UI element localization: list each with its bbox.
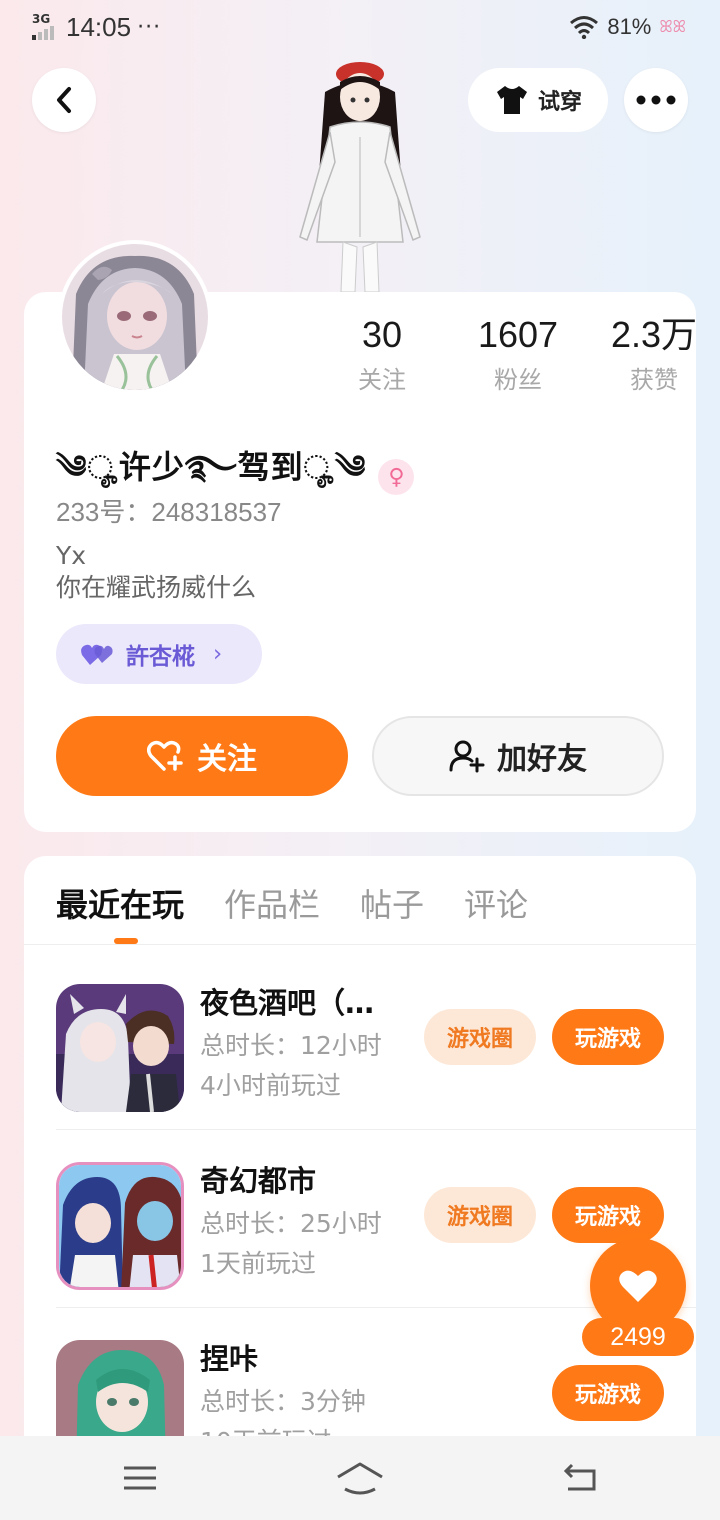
- game-icon[interactable]: [56, 984, 184, 1112]
- notification-dots: ···: [137, 15, 162, 40]
- play-game-button[interactable]: 玩游戏: [552, 1365, 664, 1421]
- double-heart-icon: [81, 644, 113, 665]
- back-nav-button[interactable]: [550, 1456, 610, 1500]
- stat-likes[interactable]: 2.3万 获赞: [586, 314, 720, 395]
- list-item[interactable]: 夜色酒吧（… 总时长：12小时 4小时前玩过 游戏圈 玩游戏: [56, 952, 696, 1130]
- tab-comments[interactable]: 评论: [464, 880, 528, 928]
- add-friend-label: 加好友: [497, 742, 587, 777]
- likes-count: 2.3万: [610, 314, 698, 355]
- likes-label: 获赞: [630, 366, 678, 394]
- tshirt-icon: [496, 86, 527, 114]
- tab-bar: 最近在玩 作品栏 帖子 评论: [56, 880, 528, 928]
- tab-works[interactable]: 作品栏: [224, 880, 320, 928]
- chevron-right-icon: ›: [213, 641, 223, 667]
- home-button[interactable]: [330, 1456, 390, 1500]
- avatar-3d-figure[interactable]: [285, 52, 435, 296]
- game-duration: 总时长：3分钟: [200, 1387, 366, 1416]
- return-icon: [563, 1463, 596, 1491]
- home-icon: [337, 1462, 383, 1495]
- battery-percentage: 81%: [607, 14, 652, 39]
- heart-icon: [619, 1270, 657, 1302]
- follow-label: 关注: [197, 742, 257, 777]
- game-title: 捏咔: [200, 1342, 259, 1376]
- stats-row: 30 关注 1607 粉丝 2.3万 获赞: [314, 314, 720, 395]
- add-user-icon: [449, 740, 485, 773]
- avatar[interactable]: [58, 240, 212, 394]
- game-last-played: 4小时前玩过: [200, 1071, 341, 1100]
- tab-recent-playing[interactable]: 最近在玩: [56, 880, 184, 928]
- battery-pig-icon: ꕤꕤ: [659, 17, 686, 36]
- game-last-played: 1天前玩过: [200, 1249, 316, 1278]
- cp-relationship-tag[interactable]: 許杏椛 ›: [56, 624, 262, 684]
- system-nav-bar: [0, 1436, 720, 1520]
- bio-line-1: Yx: [56, 541, 87, 570]
- back-arrow-icon: [57, 87, 71, 113]
- more-button[interactable]: [624, 68, 688, 132]
- female-gender-icon: ♀: [378, 459, 415, 495]
- content-card: 最近在玩 作品栏 帖子 评论 夜色酒吧（… 总时长：12小时 4小时前玩过 游戏…: [24, 856, 696, 1520]
- status-bar: 3G 14:05 ··· 81% ꕤꕤ: [0, 0, 720, 56]
- menu-button[interactable]: [110, 1456, 170, 1500]
- back-button[interactable]: [32, 68, 96, 132]
- game-icon[interactable]: [56, 1162, 184, 1290]
- try-on-label: 试穿: [537, 90, 582, 115]
- play-game-button[interactable]: 玩游戏: [552, 1187, 664, 1243]
- cp-name: 許杏椛: [126, 644, 195, 670]
- more-dots-icon: [636, 95, 676, 105]
- user-id: 233号：248318537: [56, 497, 282, 527]
- bio: Yx 你在耀武扬威什么: [56, 540, 256, 604]
- signal-icon: 3G: [32, 12, 60, 42]
- game-title: 夜色酒吧（…: [200, 986, 375, 1020]
- heart-plus-icon: [147, 740, 183, 771]
- tabs-divider: [24, 944, 696, 945]
- game-circle-button[interactable]: 游戏圈: [424, 1187, 536, 1243]
- stat-following[interactable]: 30 关注: [314, 314, 450, 395]
- fans-label: 粉丝: [494, 366, 542, 394]
- game-circle-button[interactable]: 游戏圈: [424, 1009, 536, 1065]
- fans-count: 1607: [477, 314, 559, 355]
- play-game-button[interactable]: 玩游戏: [552, 1009, 664, 1065]
- wifi-icon: [570, 16, 599, 39]
- game-duration: 总时长：25小时: [200, 1209, 382, 1238]
- follow-button[interactable]: 关注: [56, 716, 348, 796]
- menu-icon: [124, 1466, 156, 1490]
- add-friend-button[interactable]: 加好友: [372, 716, 664, 796]
- following-label: 关注: [358, 366, 406, 394]
- clock: 14:05: [66, 12, 132, 42]
- tab-posts[interactable]: 帖子: [360, 880, 424, 928]
- try-on-button[interactable]: 试穿: [468, 68, 608, 132]
- game-title: 奇幻都市: [200, 1164, 317, 1198]
- list-item[interactable]: 奇幻都市 总时长：25小时 1天前玩过 游戏圈 玩游戏: [56, 1130, 696, 1308]
- stat-fans[interactable]: 1607 粉丝: [450, 314, 586, 395]
- like-count: 2499: [582, 1318, 694, 1356]
- bio-line-2: 你在耀武扬威什么: [56, 573, 257, 602]
- game-duration: 总时长：12小时: [200, 1031, 382, 1060]
- following-count: 30: [361, 314, 403, 355]
